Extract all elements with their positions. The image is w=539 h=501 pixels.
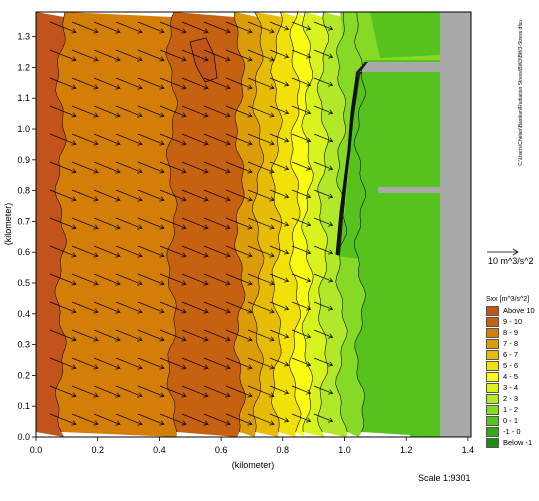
y-tick-label: 0.9 bbox=[17, 155, 30, 165]
x-tick-label: 1.2 bbox=[400, 445, 413, 455]
legend-item: 0 - 1 bbox=[486, 415, 538, 426]
legend-swatch bbox=[486, 338, 499, 349]
legend-label: Below -1 bbox=[503, 438, 533, 447]
legend-item: 7 - 8 bbox=[486, 338, 538, 349]
y-tick-label: 0.0 bbox=[17, 432, 30, 442]
legend-item: Above 10 bbox=[486, 305, 538, 316]
scale-label: Scale 1:9301 bbox=[418, 473, 471, 483]
y-tick-label: 0.4 bbox=[17, 309, 30, 319]
contour-band bbox=[54, 12, 178, 437]
legend-swatch bbox=[486, 382, 499, 393]
y-tick-label: 0.3 bbox=[17, 340, 30, 350]
legend-item: 2 - 3 bbox=[486, 393, 538, 404]
y-tick-label: 0.5 bbox=[17, 278, 30, 288]
y-tick-label: 1.1 bbox=[17, 93, 30, 103]
y-axis-ticks: 0.0 0.1 0.2 0.3 0.4 0.5 0.6 0.7 0.8 0.9 1.0 1.1 1.2 1… bbox=[17, 32, 36, 442]
legend-item: 3 - 4 bbox=[486, 382, 538, 393]
breakwater-cap bbox=[360, 62, 440, 72]
legend-label: 0 - 1 bbox=[503, 416, 519, 425]
x-tick-label: 0.4 bbox=[153, 445, 166, 455]
y-tick-label: 1.0 bbox=[17, 124, 30, 134]
legend-swatch bbox=[486, 327, 499, 338]
legend-item: 8 - 9 bbox=[486, 327, 538, 338]
y-tick-label: 0.6 bbox=[17, 247, 30, 257]
legend-swatch bbox=[486, 393, 499, 404]
x-axis-ticks: 0.0 0.2 0.4 0.6 0.8 1.0 1.2 1.4 bbox=[30, 437, 474, 455]
y-tick-label: 1.3 bbox=[17, 32, 30, 42]
vector-scale-label: 10 m^3/s^2 bbox=[488, 256, 534, 266]
legend-title: Sxx [m^3/s^2] bbox=[486, 296, 530, 303]
file-path-label: C:\Users\Chetan\Bastkan\Radiation Stress… bbox=[518, 20, 524, 166]
legend-label: Above 10 bbox=[503, 306, 535, 315]
internal-jetty bbox=[378, 187, 440, 193]
x-tick-label: 0.2 bbox=[91, 445, 104, 455]
color-legend: Sxx [m^3/s^2] Above 10 9 - 10 8 - 9 7 - 8 6 … bbox=[486, 296, 538, 448]
x-tick-label: 1.0 bbox=[338, 445, 351, 455]
x-tick-label: 0.0 bbox=[30, 445, 43, 455]
legend-label: 9 - 10 bbox=[503, 317, 523, 326]
y-tick-label: 1.2 bbox=[17, 62, 30, 72]
legend-item: -1 - 0 bbox=[486, 426, 538, 437]
legend-item: 9 - 10 bbox=[486, 316, 538, 327]
legend-label: 7 - 8 bbox=[503, 339, 519, 348]
legend-swatch bbox=[486, 426, 499, 437]
x-tick-label: 1.4 bbox=[462, 445, 475, 455]
legend-swatch bbox=[486, 316, 499, 327]
legend-swatch bbox=[486, 360, 499, 371]
legend-item: 1 - 2 bbox=[486, 404, 538, 415]
legend-label: -1 - 0 bbox=[503, 427, 521, 436]
legend-item: 6 - 7 bbox=[486, 349, 538, 360]
sxx-map-plot: 0.0 0.2 0.4 0.6 0.8 1.0 1.2 1.4 0.0 0.1 0.2 0.3 0.4… bbox=[3, 11, 474, 470]
legend-label: 8 - 9 bbox=[503, 328, 519, 337]
x-tick-label: 0.6 bbox=[215, 445, 228, 455]
land-area bbox=[440, 12, 471, 437]
legend-label: 1 - 2 bbox=[503, 405, 519, 414]
legend-swatch bbox=[486, 404, 499, 415]
y-tick-label: 0.8 bbox=[17, 186, 30, 196]
legend-label: 5 - 6 bbox=[503, 361, 519, 370]
legend-item: 4 - 5 bbox=[486, 371, 538, 382]
legend-label: 6 - 7 bbox=[503, 350, 519, 359]
legend-label: 3 - 4 bbox=[503, 383, 519, 392]
y-tick-label: 0.2 bbox=[17, 370, 30, 380]
y-tick-label: 0.1 bbox=[17, 401, 30, 411]
legend-swatch bbox=[486, 305, 499, 316]
legend-item: Below -1 bbox=[486, 437, 538, 448]
legend-swatch bbox=[486, 437, 499, 448]
legend-item: 5 - 6 bbox=[486, 360, 538, 371]
y-tick-label: 0.7 bbox=[17, 216, 30, 226]
legend-label: 2 - 3 bbox=[503, 394, 519, 403]
y-axis-label: (kilometer) bbox=[3, 203, 13, 246]
x-axis-label: (kilometer) bbox=[232, 460, 275, 470]
legend-swatch bbox=[486, 415, 499, 426]
legend-swatch bbox=[486, 371, 499, 382]
legend-swatch bbox=[486, 349, 499, 360]
x-tick-label: 0.8 bbox=[277, 445, 290, 455]
legend-label: 4 - 5 bbox=[503, 372, 519, 381]
